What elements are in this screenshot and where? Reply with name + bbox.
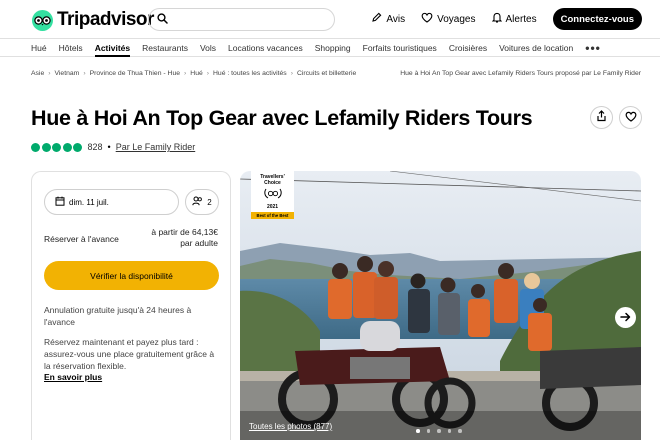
award-band: Best of the Best (251, 212, 294, 219)
tab-hotels[interactable]: Hôtels (59, 39, 83, 56)
page-title: Hue à Hoi An Top Gear avec Lefamily Ride… (31, 106, 533, 130)
share-icon (596, 109, 607, 127)
heart-icon (625, 109, 637, 127)
breadcrumb-separator-icon: › (83, 70, 86, 77)
rating-bubble-icon (52, 142, 61, 152)
price-from: à partir de 64,13€ (151, 227, 218, 237)
tab-shopping[interactable]: Shopping (315, 39, 351, 56)
more-menu-icon[interactable]: ••• (585, 39, 601, 56)
tour-group-photo (240, 171, 641, 440)
reserve-label: Réserver à l'avance (44, 234, 119, 244)
nav-trips[interactable]: Voyages (421, 12, 476, 26)
nav-alerts[interactable]: Alertes (491, 12, 537, 26)
search-input[interactable] (148, 8, 335, 31)
separator-dot: • (107, 142, 111, 152)
hero-photo[interactable]: Travellers' Choice 2021 Best of the Best… (240, 171, 641, 440)
pen-icon (371, 12, 386, 26)
travellers-choice-badge: Travellers' Choice 2021 Best of the Best (251, 171, 294, 219)
reserve-now-pay-later-text: Réservez maintenant et payez plus tard :… (44, 337, 215, 371)
breadcrumb-item[interactable]: Hué (190, 70, 202, 77)
heart-icon (421, 12, 437, 26)
breadcrumb-separator-icon: › (184, 70, 187, 77)
brand-name: Tripadvisor (57, 9, 154, 30)
owl-logo-icon (32, 9, 53, 31)
breadcrumb-item[interactable]: Asie (31, 70, 44, 77)
rating-row: 828 • Par Le Family Rider (31, 142, 195, 152)
booking-card: dim. 11 juil. 2 Réserver à l'avance à pa… (31, 171, 231, 440)
search-icon (157, 11, 168, 29)
tripadvisor-logo[interactable]: Tripadvisor (32, 9, 154, 31)
travelers-picker[interactable]: 2 (185, 189, 219, 215)
date-picker[interactable]: dim. 11 juil. (44, 189, 179, 215)
nav-alerts-label: Alertes (505, 13, 537, 25)
bell-icon (491, 12, 506, 26)
category-nav: Hué Hôtels Activités Restaurants Vols Lo… (0, 38, 660, 57)
breadcrumb-separator-icon: › (206, 70, 210, 77)
learn-more-link[interactable]: En savoir plus (44, 372, 102, 382)
tab-cruises[interactable]: Croisières (449, 39, 487, 56)
top-bar: Tripadvisor Avis Voyages Alertes Connect… (0, 0, 660, 38)
breadcrumb-current: Hue à Hoi An Top Gear avec Lefamily Ride… (400, 70, 641, 77)
share-button[interactable] (590, 106, 613, 129)
price-unit: par adulte (180, 238, 218, 248)
operator-link[interactable]: Par Le Family Rider (116, 142, 196, 152)
nav-trips-label: Voyages (437, 13, 476, 25)
rating-bubble-icon (31, 142, 40, 152)
breadcrumb-item[interactable]: Vietnam (55, 70, 80, 77)
breadcrumb-separator-icon: › (290, 70, 293, 77)
tab-car-rentals[interactable]: Voitures de location (499, 39, 573, 56)
laurel-owl-icon (263, 186, 283, 204)
calendar-icon (55, 196, 69, 208)
save-button[interactable] (619, 106, 642, 129)
award-year: 2021 (266, 204, 279, 210)
carousel-dot[interactable] (458, 429, 462, 433)
nav-reviews-label: Avis (386, 13, 406, 25)
carousel-dot[interactable] (426, 429, 430, 433)
all-photos-link[interactable]: Toutes les photos (877) (249, 422, 332, 431)
arrow-right-icon (620, 309, 631, 327)
tab-hue[interactable]: Hué (31, 39, 47, 56)
carousel-dot[interactable] (447, 429, 451, 433)
next-photo-button[interactable] (615, 307, 636, 328)
people-count: 2 (207, 197, 212, 207)
breadcrumb-separator-icon: › (48, 70, 51, 77)
tab-restaurants[interactable]: Restaurants (142, 39, 188, 56)
free-cancellation-text: Annulation gratuite jusqu'à 24 heures à … (44, 305, 192, 327)
check-availability-button[interactable]: Vérifier la disponibilité (44, 261, 219, 290)
breadcrumb-item[interactable]: Circuits et billetterie (297, 70, 356, 77)
review-count[interactable]: 828 (88, 142, 103, 152)
header-nav: Avis Voyages Alertes Connectez-vous (371, 8, 642, 30)
tab-activities[interactable]: Activités (94, 39, 131, 57)
rating-bubble-icon (41, 142, 51, 152)
photo-carousel-dots (416, 429, 469, 433)
tab-flights[interactable]: Vols (200, 39, 216, 56)
breadcrumb-item[interactable]: Province de Thua Thien - Hue (90, 70, 180, 77)
people-icon (192, 196, 207, 208)
price-info: à partir de 64,13€ par adulte (151, 227, 218, 249)
rating-bubble-icon (62, 142, 72, 152)
tab-vacation-rentals[interactable]: Locations vacances (228, 39, 303, 56)
tab-packages[interactable]: Forfaits touristiques (363, 39, 437, 56)
rating-bubble-icon (73, 142, 82, 152)
breadcrumb: Asie › Vietnam › Province de Thua Thien - … (31, 70, 356, 77)
date-value: dim. 11 juil. (69, 197, 109, 207)
breadcrumb-item[interactable]: Hué : toutes les activités (213, 70, 287, 77)
carousel-dot[interactable] (416, 429, 420, 433)
carousel-dot[interactable] (437, 429, 441, 433)
sign-in-button[interactable]: Connectez-vous (552, 8, 642, 30)
nav-reviews[interactable]: Avis (371, 12, 405, 26)
